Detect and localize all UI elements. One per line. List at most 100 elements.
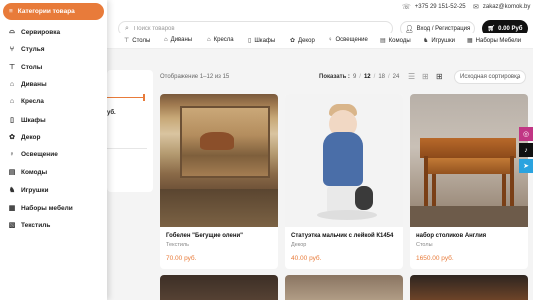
product-category[interactable]: Столы [410, 240, 528, 248]
drawer-item-furniture-sets[interactable]: ▦ Наборы мебели [8, 204, 73, 213]
per-page-option-24[interactable]: 24 [393, 74, 400, 80]
lamp-icon: ♀ [9, 151, 15, 158]
phone-number[interactable]: +375 29 151-52-25 [415, 4, 466, 10]
product-image[interactable] [285, 94, 403, 227]
drawer-item-wardrobes[interactable]: ▯ Шкафы [8, 116, 46, 125]
nav-item-furniture-sets[interactable]: ▦ Наборы Мебели [467, 37, 521, 45]
drawer-item-chairs[interactable]: ⑂ Стулья [8, 46, 45, 53]
product-price: 40.00 руб. [291, 255, 322, 262]
sofa-icon: ⌂ [9, 81, 15, 88]
drawer-item-sofas[interactable]: ⌂ Диваны [8, 81, 47, 88]
menu-icon: ≡ [9, 8, 13, 15]
drawer-item-lighting[interactable]: ♀ Освещение [8, 151, 57, 158]
separator: / [373, 74, 376, 80]
drawer-item-tableware[interactable]: ⌓ Сервировка [8, 28, 60, 36]
drawer-item-label: Декор [21, 133, 41, 141]
grid-3-view-icon[interactable]: ⊞ [436, 72, 444, 81]
dresser-icon: ▤ [8, 169, 16, 176]
price-slider-track[interactable] [107, 97, 144, 98]
lamp-icon: ♀ [328, 37, 333, 43]
decor-icon: ✿ [290, 38, 296, 44]
table-leg-shape [432, 174, 436, 208]
product-title[interactable]: Статуэтка мальчик с лейкой К1454 [285, 227, 403, 240]
dog-shape [355, 186, 373, 210]
nav-item-wardrobes[interactable]: ▯ Шкафы [248, 37, 276, 45]
product-card[interactable] [410, 275, 528, 300]
search-icon: ⌕ [125, 24, 129, 32]
drawer-item-label: Игрушки [21, 186, 49, 194]
drawer-item-toys[interactable]: ♞ Игрушки [8, 186, 49, 195]
nav-item-label: Игрушки [431, 37, 455, 44]
product-title[interactable]: набор столиков Англия [410, 227, 528, 240]
tiktok-icon[interactable]: ♪ [519, 143, 533, 157]
cart-icon: 🛒︎ [487, 26, 496, 32]
product-card[interactable]: набор столиков Англия Столы 1650.00 руб. [410, 94, 528, 269]
product-price: 1650.00 руб. [416, 255, 454, 262]
product-title[interactable]: Гобелен "Бегущие олени" [160, 227, 278, 240]
nav-item-label: Столы [132, 37, 151, 44]
email-contact[interactable]: ✉ zakaz@komok.by [473, 3, 530, 11]
nav-item-sofas[interactable]: ⌂ Диваны [164, 37, 192, 43]
textile-icon: ▧ [8, 222, 16, 229]
table-top-shape [426, 158, 510, 174]
drawer-item-label: Текстиль [21, 221, 51, 229]
category-drawer-header[interactable]: ≡ Категории товара [3, 3, 104, 20]
product-card[interactable]: Гобелен "Бегущие олени" Текстиль 70.00 р… [160, 94, 278, 269]
drawer-item-armchairs[interactable]: ⌂ Кресла [8, 98, 44, 105]
email-address[interactable]: zakaz@komok.by [483, 4, 530, 10]
nav-item-label: Освещение [335, 37, 368, 43]
drawer-item-label: Столы [21, 63, 43, 71]
drawer-item-label: Кресла [21, 98, 44, 105]
drawer-item-label: Стулья [21, 46, 45, 53]
category-drawer: ≡ Категории товара ⌓ Сервировка ⑂ Стулья ⊤… [0, 0, 107, 300]
table-icon: ⊤ [124, 38, 130, 44]
mail-icon: ✉ [473, 4, 479, 11]
product-image[interactable] [410, 94, 528, 227]
per-page-option-12[interactable]: 12 [364, 74, 371, 80]
category-drawer-title: Категории товара [17, 8, 75, 15]
drawer-item-label: Комоды [21, 168, 48, 176]
nav-item-lighting[interactable]: ♀ Освещение [328, 37, 368, 43]
sort-label: Исходная сортировка [460, 74, 521, 80]
product-card[interactable] [285, 275, 403, 300]
nav-item-dressers[interactable]: ▤ Комоды [380, 37, 411, 45]
figure-body-shape [323, 132, 363, 186]
telegram-icon[interactable]: ➤ [519, 159, 533, 173]
drawer-item-tables[interactable]: ⊤ Столы [8, 63, 43, 72]
nav-item-toys[interactable]: ♞ Игрушки [423, 37, 455, 45]
drawer-item-label: Наборы мебели [21, 204, 73, 212]
grid-2-view-icon[interactable]: ⊞ [422, 72, 430, 81]
chair-icon: ⑂ [9, 46, 15, 53]
search-input[interactable] [133, 25, 354, 32]
per-page-option-9[interactable]: 9 [353, 74, 356, 80]
nav-item-armchairs[interactable]: ⌂ Кресла [207, 37, 234, 43]
price-slider-handle[interactable] [143, 94, 145, 101]
per-page-option-18[interactable]: 18 [378, 74, 385, 80]
nav-item-decor[interactable]: ✿ Декор [290, 37, 315, 45]
drawer-item-textile[interactable]: ▧ Текстиль [8, 221, 51, 230]
product-category[interactable]: Декор [285, 240, 403, 248]
armchair-icon: ⌂ [207, 37, 211, 43]
dresser-icon: ▤ [380, 38, 386, 44]
product-image[interactable] [160, 94, 278, 227]
table-leg-shape [502, 174, 506, 208]
product-card[interactable] [160, 275, 278, 300]
phone-contact[interactable]: ☏ +375 29 151-52-25 [402, 3, 466, 11]
sofa-icon: ⌂ [164, 37, 168, 43]
nav-item-tables[interactable]: ⊤ Столы [124, 37, 151, 45]
instagram-icon[interactable]: ◎ [519, 127, 533, 141]
furniture-set-icon: ▦ [8, 205, 16, 212]
nav-item-label: Шкафы [254, 37, 276, 44]
drawer-item-dressers[interactable]: ▤ Комоды [8, 168, 48, 177]
results-count: Отображение 1–12 из 15 [160, 74, 230, 80]
filter-divider [107, 148, 147, 149]
armchair-icon: ⌂ [9, 98, 15, 105]
product-category[interactable]: Текстиль [160, 240, 278, 248]
product-card[interactable]: Статуэтка мальчик с лейкой К1454 Декор 4… [285, 94, 403, 269]
list-view-icon[interactable]: ☰ [408, 72, 416, 81]
sort-select[interactable]: Исходная сортировка ⌄ [454, 70, 526, 84]
separator: / [359, 74, 361, 80]
table-leg-shape [424, 156, 428, 208]
user-icon: 👤︎ [404, 25, 414, 33]
drawer-item-decor[interactable]: ✿ Декор [8, 133, 41, 142]
